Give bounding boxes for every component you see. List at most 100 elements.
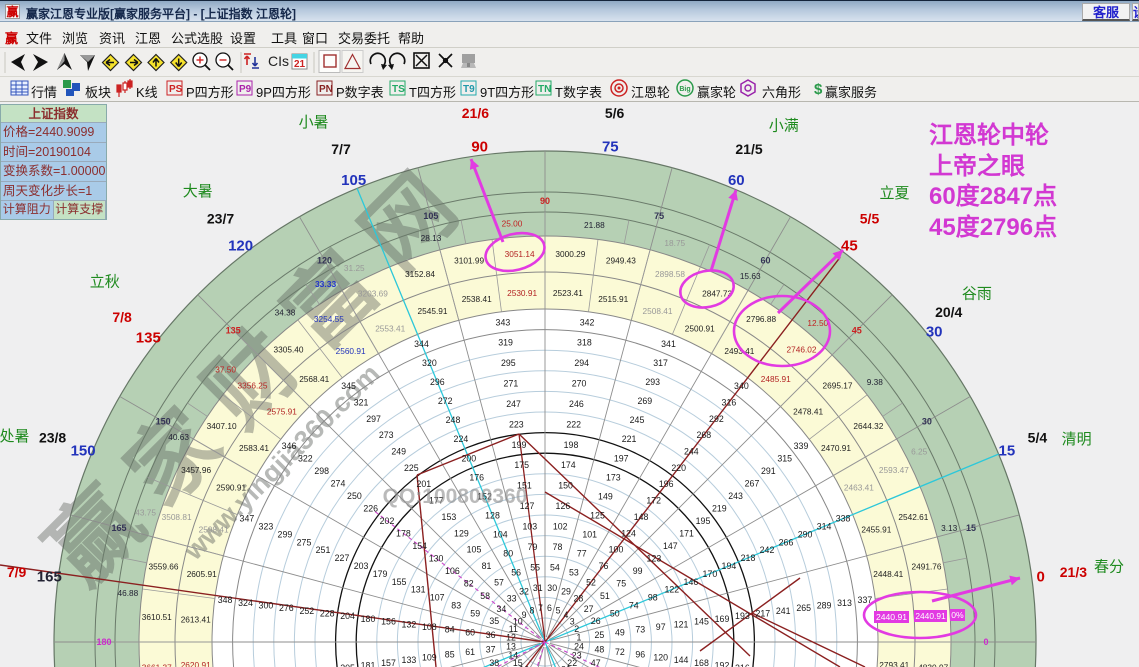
- svg-text:247: 247: [506, 399, 521, 409]
- svg-text:291: 291: [761, 466, 776, 476]
- svg-text:165: 165: [111, 523, 126, 533]
- svg-text:242: 242: [760, 545, 775, 555]
- svg-text:174: 174: [561, 460, 576, 470]
- svg-text:105: 105: [423, 211, 438, 221]
- svg-text:TN: TN: [538, 84, 551, 95]
- svg-text:56: 56: [511, 567, 521, 577]
- svg-text:2470.91: 2470.91: [821, 443, 851, 453]
- svg-text:150: 150: [156, 417, 171, 427]
- svg-text:319: 319: [498, 338, 513, 348]
- svg-text:3457.96: 3457.96: [181, 465, 211, 475]
- svg-text:QQ:100800360: QQ:100800360: [383, 485, 528, 508]
- svg-text:5: 5: [556, 606, 561, 616]
- svg-text:PS: PS: [169, 84, 183, 95]
- svg-text:73: 73: [635, 625, 645, 635]
- svg-text:3559.66: 3559.66: [149, 561, 179, 571]
- svg-text:4830.97: 4830.97: [918, 663, 948, 667]
- svg-text:处暑: 处暑: [0, 428, 30, 445]
- svg-text:339: 339: [794, 441, 809, 451]
- svg-text:52: 52: [586, 577, 596, 587]
- svg-text:271: 271: [504, 379, 519, 389]
- svg-text:清明: 清明: [1062, 431, 1092, 448]
- svg-text:204: 204: [340, 611, 355, 621]
- svg-text:58: 58: [480, 591, 490, 601]
- svg-text:321: 321: [354, 398, 369, 408]
- svg-text:82: 82: [464, 579, 474, 589]
- svg-text:45: 45: [852, 325, 862, 335]
- svg-text:290: 290: [798, 530, 813, 540]
- svg-text:147: 147: [663, 541, 678, 551]
- svg-text:346: 346: [282, 441, 297, 451]
- svg-text:49: 49: [615, 627, 625, 637]
- svg-text:15: 15: [999, 443, 1016, 460]
- svg-text:6: 6: [547, 603, 552, 613]
- svg-text:180: 180: [96, 637, 111, 647]
- svg-text:26: 26: [591, 616, 601, 626]
- svg-text:3407.10: 3407.10: [207, 421, 237, 431]
- svg-text:33.33: 33.33: [315, 279, 337, 289]
- svg-text:297: 297: [366, 414, 381, 424]
- svg-text:96: 96: [635, 650, 645, 660]
- svg-text:267: 267: [745, 478, 760, 488]
- svg-text:2560.91: 2560.91: [336, 346, 366, 356]
- svg-text:313: 313: [837, 598, 852, 608]
- svg-text:347: 347: [240, 514, 255, 524]
- svg-text:3356.25: 3356.25: [238, 381, 268, 391]
- svg-text:0%: 0%: [951, 610, 964, 620]
- svg-text:289: 289: [817, 601, 832, 611]
- svg-text:28.13: 28.13: [421, 233, 442, 243]
- svg-text:83: 83: [451, 600, 461, 610]
- svg-text:344: 344: [414, 339, 429, 349]
- svg-text:37: 37: [486, 644, 496, 654]
- svg-text:9.38: 9.38: [867, 377, 884, 387]
- svg-text:317: 317: [653, 358, 668, 368]
- svg-text:173: 173: [606, 472, 621, 482]
- svg-text:249: 249: [391, 447, 406, 457]
- svg-text:30: 30: [926, 323, 943, 340]
- svg-text:2515.91: 2515.91: [598, 294, 628, 304]
- svg-text:318: 318: [577, 338, 592, 348]
- svg-text:2590.91: 2590.91: [216, 482, 246, 492]
- svg-text:2746.02: 2746.02: [787, 345, 817, 355]
- svg-text:2542.61: 2542.61: [898, 512, 928, 522]
- svg-text:23/7: 23/7: [207, 211, 234, 227]
- svg-text:202: 202: [380, 516, 395, 526]
- svg-text:178: 178: [396, 529, 411, 539]
- svg-text:75: 75: [602, 138, 619, 155]
- svg-text:105: 105: [341, 172, 366, 189]
- svg-text:81: 81: [482, 561, 492, 571]
- svg-text:345: 345: [341, 381, 356, 391]
- svg-text:125: 125: [590, 510, 605, 520]
- svg-text:大暑: 大暑: [183, 183, 213, 200]
- svg-text:294: 294: [574, 358, 589, 368]
- svg-text:243: 243: [728, 491, 743, 501]
- svg-text:104: 104: [493, 529, 508, 539]
- svg-text:80: 80: [503, 548, 513, 558]
- svg-text:75: 75: [616, 579, 626, 589]
- svg-text:37.50: 37.50: [215, 364, 236, 374]
- svg-text:148: 148: [634, 512, 649, 522]
- svg-text:324: 324: [238, 598, 253, 608]
- svg-text:128: 128: [485, 510, 500, 520]
- svg-text:131: 131: [411, 585, 426, 595]
- svg-text:3661.37: 3661.37: [142, 663, 172, 667]
- svg-text:3305.40: 3305.40: [274, 345, 304, 355]
- svg-text:31.25: 31.25: [344, 263, 365, 273]
- svg-text:4: 4: [563, 610, 568, 620]
- svg-text:32: 32: [519, 587, 529, 597]
- svg-text:268: 268: [696, 430, 711, 440]
- svg-text:245: 245: [630, 415, 645, 425]
- svg-text:3254.55: 3254.55: [314, 314, 344, 324]
- svg-text:149: 149: [598, 491, 613, 501]
- svg-text:300: 300: [259, 601, 274, 611]
- svg-text:157: 157: [381, 658, 396, 667]
- svg-text:222: 222: [566, 419, 581, 429]
- svg-text:5/4: 5/4: [1028, 430, 1048, 446]
- svg-text:156: 156: [381, 617, 396, 627]
- svg-text:169: 169: [715, 614, 730, 624]
- svg-text:102: 102: [553, 522, 568, 532]
- svg-text:108: 108: [422, 622, 437, 632]
- svg-text:2583.41: 2583.41: [239, 443, 269, 453]
- svg-text:8: 8: [529, 606, 534, 616]
- svg-text:31: 31: [533, 583, 543, 593]
